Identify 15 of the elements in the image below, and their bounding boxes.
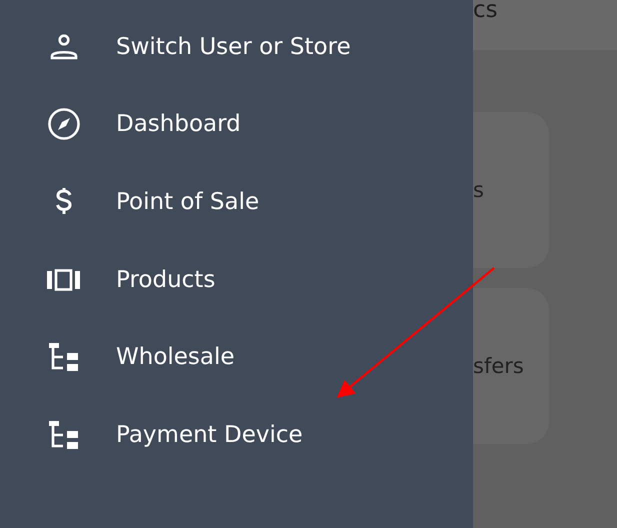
dollar-icon: [55, 186, 73, 217]
carousel-icon: [47, 268, 81, 291]
menu-item[interactable]: Dashboard: [0, 86, 473, 164]
menu-item[interactable]: Point of Sale: [0, 163, 473, 241]
menu-item[interactable]: Products: [0, 240, 473, 318]
compass-icon: [47, 107, 81, 142]
menu-item[interactable]: Wholesale: [0, 318, 473, 396]
tree-icon: [48, 420, 80, 450]
card-label: sfers: [473, 354, 524, 378]
person-icon: [50, 34, 78, 60]
card-label: s: [473, 178, 484, 202]
tree-icon: [48, 342, 80, 372]
header-title: cs: [473, 0, 498, 22]
menu-item[interactable]: Switch User or Store: [0, 8, 473, 86]
menu-item[interactable]: Payment Device: [0, 396, 473, 474]
